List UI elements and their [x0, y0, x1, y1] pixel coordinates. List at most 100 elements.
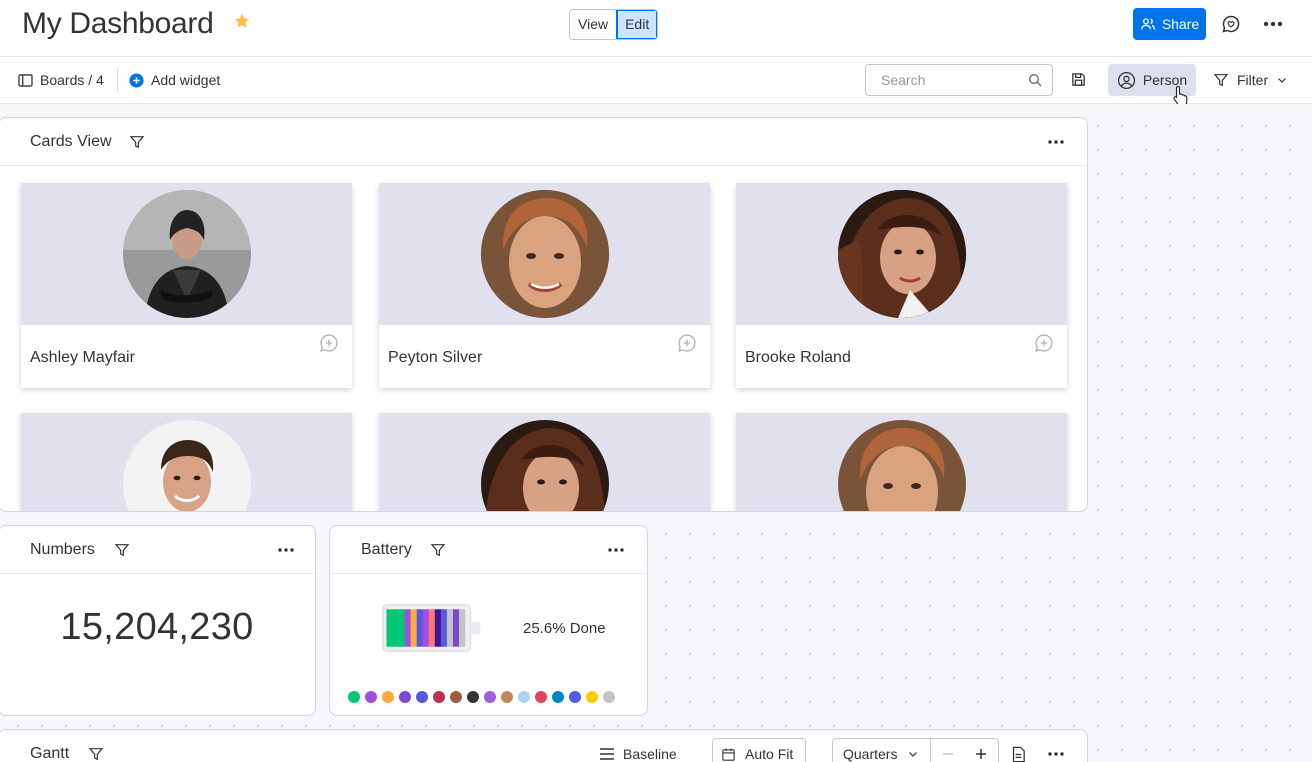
widget-more-icon[interactable]	[606, 540, 626, 560]
card-name: Brooke Roland	[745, 349, 851, 366]
battery-segment	[446, 609, 454, 647]
gantt-widget: Gantt Baseline Auto Fit Quarters	[0, 729, 1088, 762]
battery-title: Battery	[361, 541, 412, 558]
status-color-dot	[433, 691, 445, 703]
person-card[interactable]	[736, 413, 1067, 511]
share-label: Share	[1161, 16, 1200, 32]
filter-icon[interactable]	[430, 542, 446, 558]
battery-segment	[422, 609, 430, 647]
status-color-dot	[399, 691, 411, 703]
battery-segment	[404, 609, 411, 647]
chevron-down-icon	[1278, 78, 1287, 83]
battery-segment	[398, 609, 405, 647]
search-placeholder: Search	[881, 72, 926, 88]
battery-progress-label: 25.6% Done	[523, 620, 606, 637]
card-name: Peyton Silver	[388, 349, 483, 366]
dashboard-toolbar: Boards / 4 Add widget Search Person Filt…	[0, 57, 1312, 104]
person-icon	[1117, 71, 1135, 89]
boards-label: Boards / 4	[40, 72, 104, 88]
widget-more-icon[interactable]	[1046, 744, 1066, 762]
card-name: Ashley Mayfair	[30, 349, 135, 366]
status-color-dot	[450, 691, 462, 703]
search-input[interactable]: Search	[865, 64, 1053, 96]
status-color-dot	[552, 691, 564, 703]
numbers-header: Numbers	[0, 526, 315, 574]
person-card[interactable]	[21, 413, 352, 511]
filter-icon[interactable]	[114, 542, 130, 558]
avatar	[481, 190, 609, 318]
filter-icon[interactable]	[129, 134, 145, 150]
person-card[interactable]: Brooke Roland	[736, 183, 1067, 388]
status-color-dot	[382, 691, 394, 703]
quarters-label: Quarters	[843, 746, 898, 762]
add-widget-label: Add widget	[151, 72, 221, 88]
battery-segment	[458, 609, 466, 647]
baseline-icon	[600, 748, 614, 760]
status-color-dot	[501, 691, 513, 703]
baseline-label: Baseline	[623, 746, 677, 762]
battery-segment	[410, 609, 417, 647]
view-mode-button[interactable]: View	[570, 10, 617, 39]
star-icon[interactable]	[233, 12, 251, 30]
save-view-icon[interactable]	[1070, 71, 1087, 93]
export-file-icon[interactable]	[1011, 746, 1026, 762]
battery-segment	[428, 609, 436, 647]
status-color-dot	[348, 691, 360, 703]
add-update-icon[interactable]	[319, 333, 339, 353]
battery-segment	[416, 609, 423, 647]
widget-more-icon[interactable]	[1046, 132, 1066, 152]
battery-segment	[440, 609, 448, 647]
add-circle-icon	[129, 72, 144, 88]
person-card[interactable]: Peyton Silver	[379, 183, 710, 388]
page-title: My Dashboard	[22, 7, 214, 40]
cards-view-header: Cards View	[0, 118, 1087, 166]
battery-segment	[392, 609, 399, 647]
add-widget-button[interactable]: Add widget	[129, 57, 220, 103]
zoom-out-icon[interactable]	[931, 739, 964, 762]
baseline-button[interactable]: Baseline	[599, 730, 677, 762]
boards-icon	[18, 73, 33, 87]
filter-icon[interactable]	[88, 746, 104, 762]
dashboard-header: My Dashboard View Edit Share	[0, 0, 1312, 57]
updates-icon[interactable]	[1219, 12, 1243, 36]
numbers-title: Numbers	[30, 541, 95, 558]
status-color-dot	[586, 691, 598, 703]
add-update-icon[interactable]	[1034, 333, 1054, 353]
quarters-dropdown[interactable]: Quarters	[833, 739, 931, 762]
boards-button[interactable]: Boards / 4	[18, 57, 104, 103]
edit-mode-button[interactable]: Edit	[616, 10, 658, 39]
status-color-dot	[484, 691, 496, 703]
numbers-value: 15,204,230	[60, 606, 254, 648]
battery-segment	[452, 609, 460, 647]
auto-fit-button[interactable]: Auto Fit	[712, 738, 806, 762]
share-button[interactable]: Share	[1133, 8, 1206, 40]
cards-view-title: Cards View	[30, 133, 112, 150]
numbers-widget: Numbers 15,204,230	[0, 525, 316, 716]
status-color-dot	[603, 691, 615, 703]
battery-segment	[386, 609, 393, 647]
gantt-header: Gantt Baseline Auto Fit Quarters	[0, 730, 1087, 762]
search-icon	[1029, 74, 1042, 87]
cards-view-widget: Cards View Ashley Mayfair Peyton Silver …	[0, 117, 1088, 512]
status-color-dot	[416, 691, 428, 703]
battery-header: Battery	[330, 526, 647, 574]
zoom-in-icon[interactable]	[964, 739, 997, 762]
status-color-dot	[569, 691, 581, 703]
person-card[interactable]: Ashley Mayfair	[21, 183, 352, 388]
chevron-down-icon	[909, 752, 918, 757]
battery-segment	[434, 609, 442, 647]
more-options-icon[interactable]	[1261, 12, 1285, 36]
status-color-legend	[348, 691, 615, 703]
view-edit-toggle: View Edit	[569, 9, 659, 40]
status-color-dot	[535, 691, 547, 703]
add-update-icon[interactable]	[677, 333, 697, 353]
gantt-title: Gantt	[30, 745, 70, 762]
status-color-dot	[365, 691, 377, 703]
filter-button[interactable]: Filter	[1213, 64, 1288, 96]
auto-fit-label: Auto Fit	[745, 746, 794, 762]
person-card[interactable]	[379, 413, 710, 511]
widget-more-icon[interactable]	[276, 540, 296, 560]
battery-indicator	[382, 603, 481, 653]
toolbar-divider	[117, 69, 118, 91]
users-icon	[1140, 18, 1155, 30]
